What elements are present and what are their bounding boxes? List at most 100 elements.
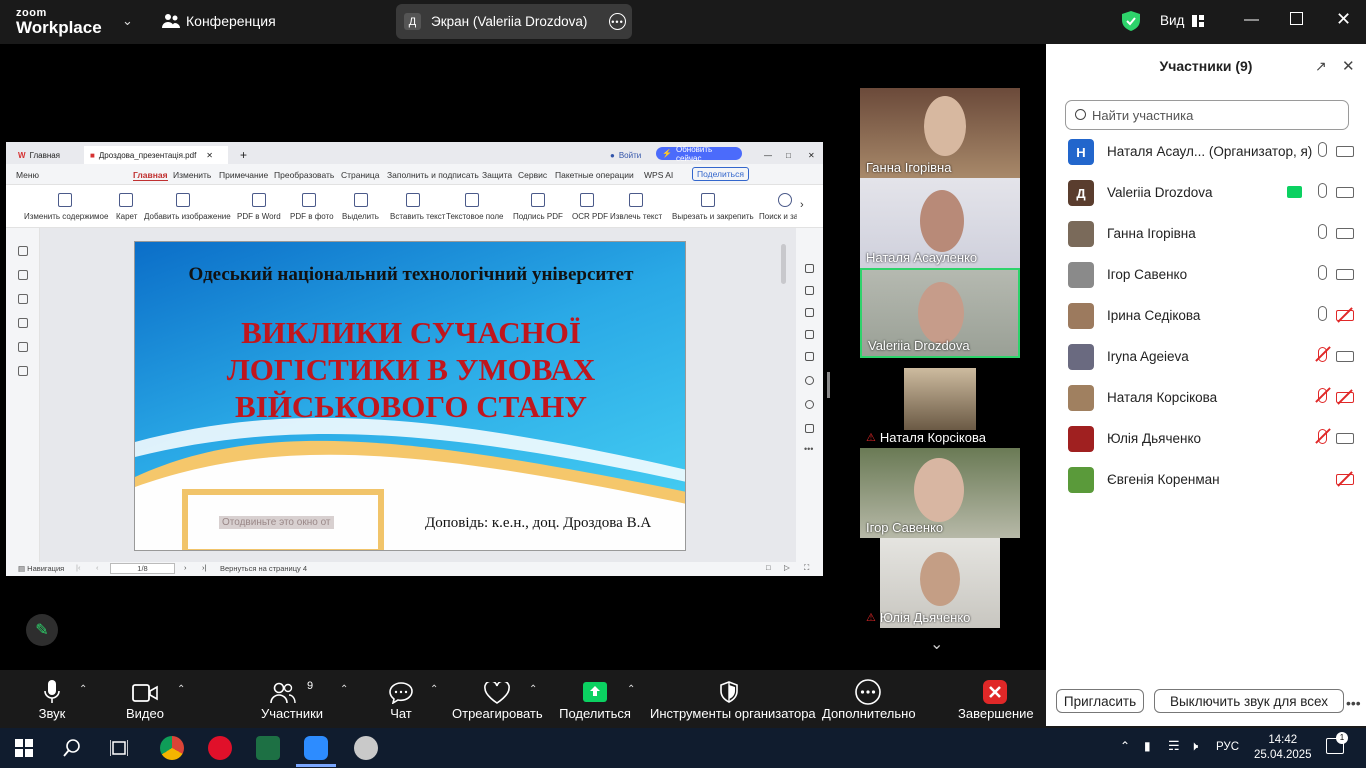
tool-pdf-to-word[interactable]: PDF в Word (237, 212, 281, 221)
close-panel-icon[interactable]: ✕ (1342, 57, 1355, 75)
paint-icon[interactable] (354, 736, 378, 760)
maximize-icon[interactable] (1290, 12, 1303, 25)
participant-row[interactable]: Д Valeriia Drozdova (1068, 177, 1358, 209)
meeting-info-button[interactable]: Конференция (162, 13, 276, 29)
video-button[interactable]: Видео (115, 670, 175, 728)
tool-ocr[interactable]: OCR PDF (572, 212, 608, 221)
thumbnail-icon[interactable] (18, 270, 28, 280)
mic-icon[interactable] (1318, 224, 1327, 239)
security-shield-icon[interactable] (1122, 11, 1140, 31)
pop-out-icon[interactable]: ↗ (1315, 58, 1327, 75)
zoom-app-icon[interactable] (304, 736, 328, 760)
wps-share-button[interactable]: Поделиться (692, 167, 749, 181)
annotate-pen-icon[interactable]: ✎ (26, 614, 58, 646)
participant-row[interactable]: Н Наталя Асаул... (Организатор, я) (1068, 136, 1358, 168)
share-options-caret[interactable]: ⌃ (627, 684, 635, 695)
next-page-icon[interactable]: › (184, 563, 187, 572)
tool-pdf-sign[interactable]: Подпись PDF (513, 212, 563, 221)
participant-search-input[interactable]: Найти участника (1065, 100, 1349, 130)
chat-options-caret[interactable]: ⌃ (430, 684, 438, 695)
tab-close-icon[interactable]: ✕ (206, 151, 213, 160)
notifications-icon[interactable]: 1 (1326, 732, 1348, 754)
more-options-icon[interactable]: ••• (609, 13, 626, 30)
camera-icon[interactable] (1336, 146, 1354, 157)
prev-page-icon[interactable]: ‹ (96, 563, 99, 572)
wps-tab-pdf[interactable]: ■ Дроздова_презентація.pdf ✕ (84, 146, 228, 164)
comment-icon[interactable] (18, 294, 28, 304)
wifi-icon[interactable]: ☴ (1168, 738, 1180, 754)
tool-insert-text[interactable]: Вставить текст (390, 212, 445, 221)
task-view-icon[interactable] (110, 739, 128, 757)
participant-row[interactable]: Ігор Савенко (1068, 259, 1358, 291)
wps-menu-edit[interactable]: Изменить (173, 170, 211, 180)
tool-cut-pin[interactable]: Вырезать и закрепить (672, 212, 754, 221)
wps-menu-protect[interactable]: Защита (482, 170, 512, 180)
chat-button[interactable]: Чат (376, 670, 426, 728)
sign-icon[interactable] (805, 308, 814, 317)
react-options-caret[interactable]: ⌃ (529, 684, 537, 695)
wps-login-button[interactable]: ● Войти (604, 146, 647, 164)
nav-toggle[interactable]: ▤ Навигация (18, 564, 64, 573)
system-clock[interactable]: 14:42 25.04.2025 (1254, 733, 1312, 763)
more-button[interactable]: Дополнительно (822, 670, 916, 728)
video-tile[interactable]: Ганна Ігорівна (860, 88, 1020, 178)
new-tab-icon[interactable]: + (234, 146, 253, 164)
mic-muted-icon[interactable] (1315, 387, 1331, 403)
camera-off-icon[interactable] (1336, 471, 1354, 487)
single-page-icon[interactable]: □ (766, 563, 771, 572)
share-screen-button[interactable]: Поделиться (558, 670, 632, 728)
bookmark-icon[interactable] (18, 246, 28, 256)
wps-tab-home[interactable]: W Главная (12, 146, 66, 164)
more-icon[interactable]: ••• (1346, 695, 1361, 711)
participants-button[interactable]: 9 Участники (255, 670, 329, 728)
view-button[interactable]: Вид (1160, 13, 1205, 28)
mic-icon[interactable] (1318, 142, 1327, 157)
wps-minimize-icon[interactable]: — (758, 146, 778, 164)
mic-muted-icon[interactable] (1315, 428, 1331, 444)
zoom-icon[interactable] (805, 376, 814, 385)
chrome-icon[interactable] (160, 736, 184, 760)
end-meeting-button[interactable]: Завершение (958, 670, 1034, 728)
wps-menu-annotate[interactable]: Примечание (219, 170, 268, 180)
panel-resize-handle[interactable] (827, 372, 830, 398)
play-icon[interactable]: ▷ (784, 563, 790, 572)
edit-pen-icon[interactable] (805, 264, 814, 273)
ribbon-scroll-right-icon[interactable]: › (800, 199, 804, 211)
camera-icon[interactable] (1336, 433, 1354, 444)
tool-highlight[interactable]: Выделить (342, 212, 379, 221)
react-button[interactable]: Отреагировать (452, 670, 543, 728)
attachment-icon[interactable] (18, 318, 28, 328)
chevron-down-icon[interactable]: ⌄ (122, 13, 133, 29)
video-tile[interactable]: ⚠ Наталя Корсікова (860, 358, 1020, 448)
participants-options-caret[interactable]: ⌃ (340, 684, 348, 695)
camera-off-icon[interactable] (1336, 389, 1354, 405)
minimize-icon[interactable]: — (1244, 11, 1259, 28)
wps-menu-ai[interactable]: WPS AI (644, 170, 673, 180)
battery-icon[interactable]: ▮ (1144, 739, 1151, 753)
help-icon[interactable] (805, 400, 814, 409)
properties-icon[interactable] (805, 286, 814, 295)
scroll-down-icon[interactable]: ⌄ (930, 634, 943, 654)
wps-update-button[interactable]: ⚡ Обновить сейчас (656, 145, 742, 163)
volume-icon[interactable]: 🕨 (1190, 738, 1198, 754)
tool-add-image[interactable]: Добавить изображение (144, 212, 231, 221)
wps-maximize-icon[interactable]: □ (780, 146, 797, 164)
tool-edit-content[interactable]: Изменить содержимое (24, 212, 108, 221)
participant-row[interactable]: Наталя Корсікова (1068, 382, 1358, 414)
wps-menu-page[interactable]: Страница (341, 170, 380, 180)
outline-icon[interactable] (805, 330, 814, 339)
mute-all-button[interactable]: Выключить звук для всех (1154, 689, 1344, 713)
wps-menu-batch[interactable]: Пакетные операции (555, 170, 634, 180)
screen-share-indicator[interactable]: Д Экран (Valeriia Drozdova) ••• (396, 4, 632, 39)
page-number-input[interactable]: 1/8 (110, 563, 175, 574)
tool-extract-text[interactable]: Извлечь текст (610, 212, 662, 221)
audio-button[interactable]: Звук (22, 670, 82, 728)
participant-row[interactable]: Ганна Ігорівна (1068, 218, 1358, 250)
wps-menu-main[interactable]: Меню (16, 170, 39, 180)
first-page-icon[interactable]: |‹ (76, 563, 80, 572)
mic-icon[interactable] (1318, 306, 1327, 321)
wps-menu-fill-sign[interactable]: Заполнить и подписать (387, 170, 479, 180)
last-page-icon[interactable]: ›| (202, 563, 206, 572)
camera-off-icon[interactable] (1336, 307, 1354, 323)
host-tools-button[interactable]: Инструменты организатора (650, 670, 816, 728)
